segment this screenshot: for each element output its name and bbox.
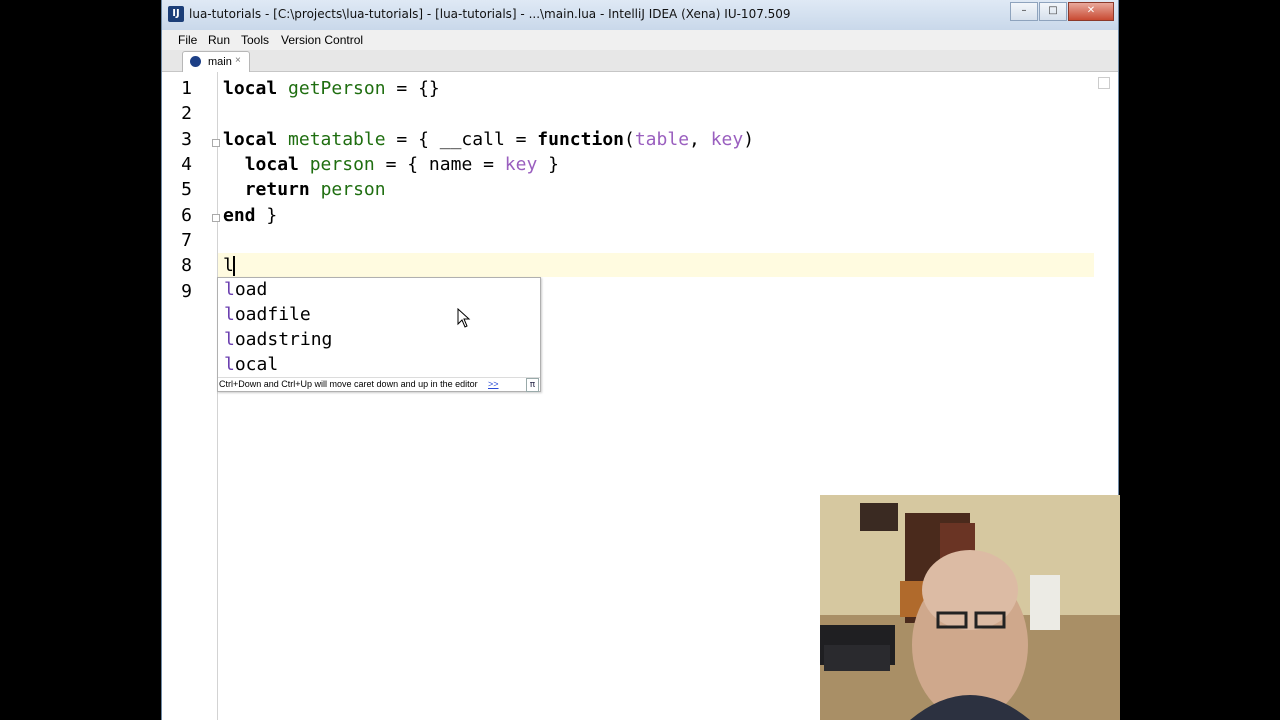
code-text: ( xyxy=(624,129,635,150)
editor-tab-bar: main × xyxy=(162,50,1118,72)
match-prefix: l xyxy=(224,329,235,350)
fold-open-icon[interactable] xyxy=(212,139,220,147)
window-title: lua-tutorials - [C:\projects\lua-tutoria… xyxy=(189,7,791,21)
keyword: end xyxy=(223,205,256,226)
keyword: local xyxy=(244,154,299,175)
completion-item-load[interactable]: load xyxy=(224,279,267,300)
minimize-button[interactable]: – xyxy=(1010,2,1038,21)
completion-text: oad xyxy=(234,279,268,300)
parameter: key xyxy=(710,129,744,150)
match-prefix: l xyxy=(224,279,235,300)
mouse-pointer-icon xyxy=(457,308,471,328)
line-number: 1 xyxy=(181,78,192,99)
keyword: return xyxy=(244,179,310,200)
completion-hint: Ctrl+Down and Ctrl+Up will move caret do… xyxy=(219,379,478,389)
close-button[interactable]: ✕ xyxy=(1068,2,1114,21)
menu-file[interactable]: File xyxy=(178,33,197,47)
parameter: key xyxy=(504,154,538,175)
match-prefix: l xyxy=(224,304,235,325)
code-text: ) xyxy=(743,129,755,150)
menu-bar: File Run Tools Version Control xyxy=(162,30,1118,50)
completion-item-loadfile[interactable]: loadfile xyxy=(224,304,311,325)
identifier: person xyxy=(309,154,375,175)
identifier: person xyxy=(320,179,386,200)
tab-label: main xyxy=(208,56,232,68)
intellij-icon: IJ xyxy=(168,6,184,22)
code-line-5: return person xyxy=(223,179,386,200)
line-number: 8 xyxy=(181,255,192,276)
line-number: 3 xyxy=(181,129,192,150)
match-prefix: l xyxy=(224,354,235,375)
completion-text: ocal xyxy=(234,354,279,375)
keyword: local xyxy=(223,78,278,99)
menu-tools[interactable]: Tools xyxy=(241,33,269,47)
code-text: } xyxy=(537,154,559,175)
menu-version-control[interactable]: Version Control xyxy=(281,33,363,47)
completion-hint-bar: Ctrl+Down and Ctrl+Up will move caret do… xyxy=(218,377,540,392)
editor-status-icon xyxy=(1098,77,1110,89)
tab-close-icon[interactable]: × xyxy=(235,55,241,66)
completion-popup[interactable]: load loadfile loadstring local Ctrl+Down… xyxy=(217,277,541,392)
line-number: 2 xyxy=(181,103,192,124)
tab-main[interactable]: main × xyxy=(182,51,250,72)
code-text: = { name = xyxy=(374,154,505,175)
caret-line-highlight xyxy=(218,253,1094,277)
parameter: table xyxy=(634,129,690,150)
completion-item-local[interactable]: local xyxy=(224,354,278,375)
code-text: , xyxy=(689,129,711,150)
line-number: 4 xyxy=(181,154,192,175)
code-text: = { __call = xyxy=(385,129,538,150)
text-caret xyxy=(233,256,235,276)
completion-text: oadfile xyxy=(234,304,311,325)
line-number: 6 xyxy=(181,205,192,226)
code-line-3: local metatable = { __call = function(ta… xyxy=(223,129,754,150)
code-text: } xyxy=(255,205,278,226)
more-link[interactable]: >> xyxy=(488,379,499,389)
identifier: getPerson xyxy=(288,78,386,99)
webcam-overlay xyxy=(820,495,1120,720)
line-number: 5 xyxy=(181,179,192,200)
code-text: = {} xyxy=(385,78,440,99)
identifier: metatable xyxy=(288,129,386,150)
line-number: 9 xyxy=(181,281,192,302)
line-gutter: 1 2 3 4 5 6 7 8 9 xyxy=(162,72,220,720)
fold-close-icon[interactable] xyxy=(212,214,220,222)
completion-item-loadstring[interactable]: loadstring xyxy=(224,329,332,350)
keyword: local xyxy=(223,129,278,150)
keyword: function xyxy=(537,129,624,150)
lua-file-icon xyxy=(190,56,201,67)
maximize-button[interactable]: □ xyxy=(1039,2,1067,21)
completion-text: oadstring xyxy=(234,329,333,350)
code-line-6: end } xyxy=(223,205,277,226)
code-line-4: local person = { name = key } xyxy=(223,154,559,175)
line-number: 7 xyxy=(181,230,192,251)
menu-run[interactable]: Run xyxy=(208,33,230,47)
title-bar[interactable]: IJ lua-tutorials - [C:\projects\lua-tuto… xyxy=(162,0,1118,30)
pi-icon[interactable]: π xyxy=(526,378,539,392)
window-controls: – □ ✕ xyxy=(1010,2,1114,21)
code-line-1: local getPerson = {} xyxy=(223,78,440,99)
